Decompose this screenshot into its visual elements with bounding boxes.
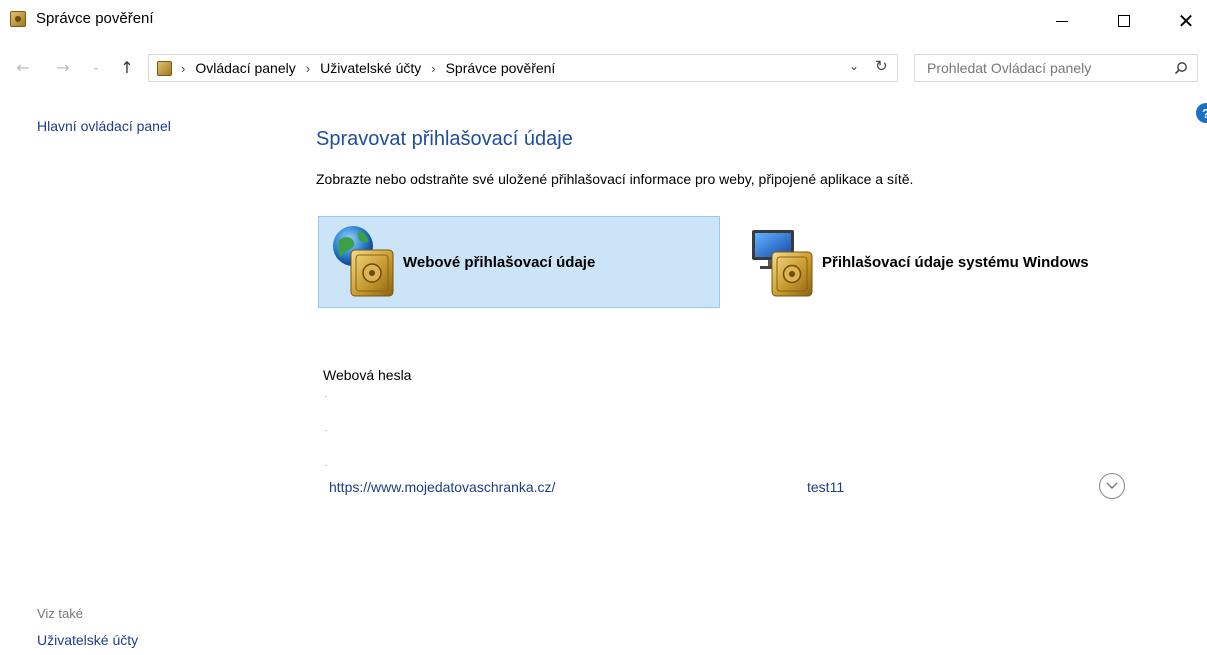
web-credentials-label: Webové přihlašovací údaje bbox=[403, 253, 596, 271]
control-panel-icon bbox=[157, 61, 172, 76]
breadcrumb-item-credential-manager[interactable]: Správce pověření bbox=[446, 60, 556, 76]
up-button[interactable]: ↑ bbox=[116, 56, 138, 78]
close-icon: ✕ bbox=[1177, 9, 1195, 33]
divider-mark bbox=[325, 430, 327, 431]
credential-url: https://www.mojedatovaschranka.cz/ bbox=[329, 479, 556, 495]
see-also-label: Viz také bbox=[37, 606, 84, 621]
globe-vault-icon bbox=[329, 222, 403, 302]
maximize-icon bbox=[1118, 15, 1130, 27]
chevron-down-circle-icon[interactable] bbox=[1099, 473, 1125, 499]
address-bar[interactable]: › Ovládací panely › Uživatelské účty › S… bbox=[148, 54, 898, 82]
monitor-vault-icon bbox=[748, 222, 822, 302]
arrow-up-icon: ↑ bbox=[120, 57, 134, 77]
close-button[interactable]: ✕ bbox=[1163, 0, 1207, 42]
control-panel-home-link[interactable]: Hlavní ovládací panel bbox=[37, 118, 171, 134]
search-box[interactable] bbox=[914, 54, 1198, 82]
navigation-bar: ← → ⌄ ↑ › Ovládací panely › Uživatelské … bbox=[0, 50, 1207, 86]
divider-mark bbox=[325, 465, 327, 466]
chevron-down-icon: ⌄ bbox=[91, 61, 101, 73]
page-title: Spravovat přihlašovací údaje bbox=[316, 128, 573, 150]
credential-vault-icon bbox=[10, 11, 26, 27]
minimize-button[interactable] bbox=[1039, 0, 1085, 42]
forward-button[interactable]: → bbox=[52, 56, 74, 78]
search-input[interactable] bbox=[915, 55, 1165, 81]
section-title-web-passwords: Webová hesla bbox=[323, 367, 412, 383]
breadcrumb-separator: › bbox=[431, 60, 436, 76]
windows-credentials-label: Přihlašovací údaje systému Windows bbox=[822, 253, 1089, 271]
arrow-right-icon: → bbox=[56, 57, 70, 77]
user-accounts-link[interactable]: Uživatelské účty bbox=[37, 632, 138, 648]
maximize-button[interactable] bbox=[1101, 0, 1147, 42]
breadcrumb-separator: › bbox=[181, 60, 186, 76]
help-icon[interactable]: ? bbox=[1196, 103, 1207, 123]
divider-mark bbox=[325, 396, 327, 397]
chevron-down-icon bbox=[1106, 482, 1118, 489]
page-description: Zobrazte nebo odstraňte své uložené přih… bbox=[316, 171, 914, 187]
recent-locations-button[interactable]: ⌄ bbox=[88, 56, 104, 78]
refresh-icon[interactable]: ↻ bbox=[875, 57, 888, 75]
breadcrumb-separator: › bbox=[305, 60, 311, 76]
arrow-left-icon: ← bbox=[16, 57, 30, 77]
search-icon[interactable] bbox=[1174, 61, 1188, 75]
breadcrumb-item-control-panel[interactable]: Ovládací panely bbox=[195, 60, 295, 76]
windows-credentials-tile[interactable]: Přihlašovací údaje systému Windows bbox=[738, 216, 1158, 308]
credential-username: test11 bbox=[807, 479, 845, 495]
breadcrumb-item-user-accounts[interactable]: Uživatelské účty bbox=[320, 60, 421, 76]
credential-row[interactable]: https://www.mojedatovaschranka.cz/ test1… bbox=[318, 470, 1158, 504]
window-title: Správce pověření bbox=[36, 10, 154, 27]
title-bar: Správce pověření ✕ bbox=[0, 0, 1207, 42]
web-credentials-tile[interactable]: Webové přihlašovací údaje bbox=[318, 216, 720, 308]
minimize-icon bbox=[1056, 20, 1068, 22]
address-dropdown-icon[interactable]: ⌄ bbox=[849, 59, 859, 73]
back-button[interactable]: ← bbox=[12, 56, 34, 78]
breadcrumb: › Ovládací panely › Uživatelské účty › S… bbox=[181, 60, 555, 76]
